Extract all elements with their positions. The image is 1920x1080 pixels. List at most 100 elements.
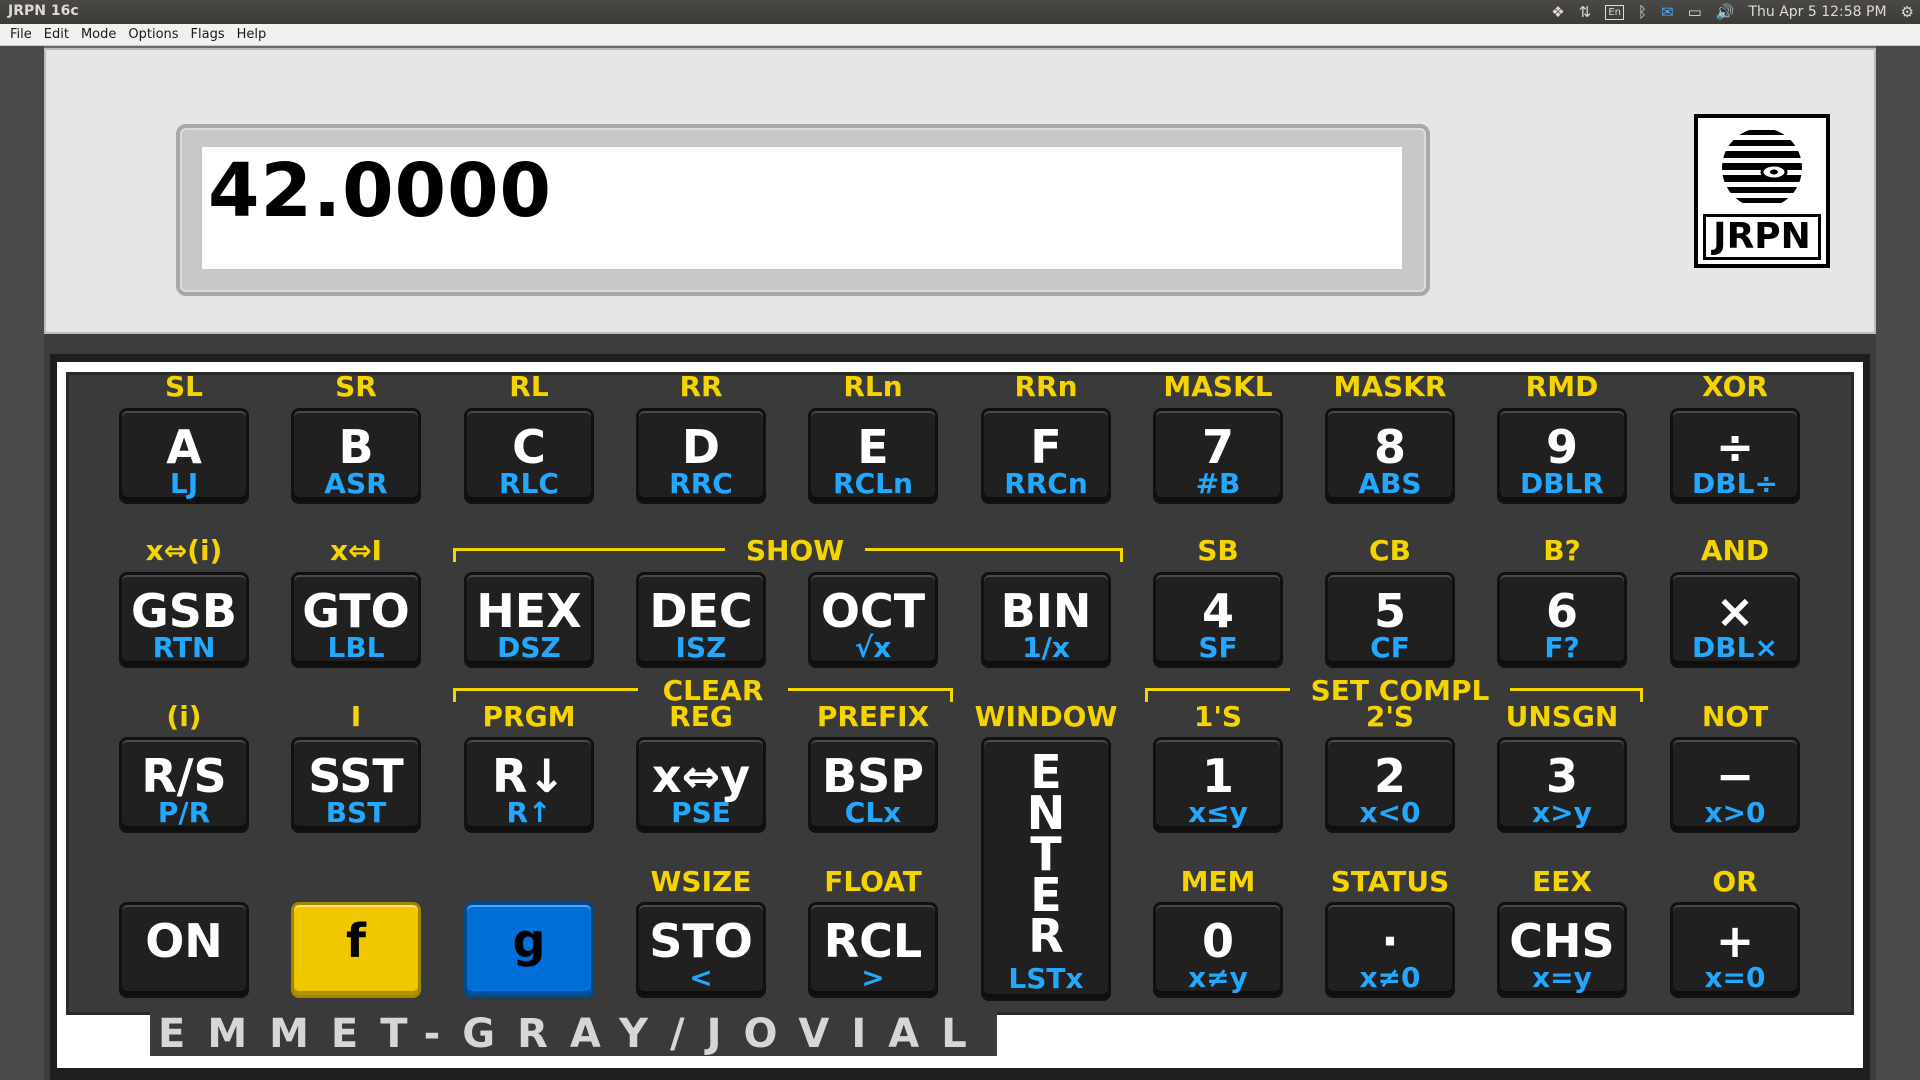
- show-group-label: SHOW: [725, 536, 865, 566]
- f-label: WINDOW: [974, 700, 1118, 733]
- key-3-6[interactable]: E N T E R LSTx: [981, 737, 1111, 1001]
- key-4-9[interactable]: CHS x=y: [1497, 902, 1627, 998]
- frame-right: [1876, 46, 1920, 1080]
- f-label: RMD: [1525, 370, 1599, 403]
- g-label: CLx: [844, 796, 902, 829]
- f-label: I: [350, 700, 362, 733]
- key-3-5[interactable]: BSP CLx: [808, 737, 938, 833]
- key-label: GTO: [302, 584, 410, 638]
- key-3-10[interactable]: − x>0: [1670, 737, 1800, 833]
- logo-text: JRPN: [1703, 214, 1821, 260]
- f-label: OR: [1712, 865, 1758, 898]
- keyboard-layout-indicator[interactable]: En: [1605, 4, 1624, 20]
- battery-icon[interactable]: ▭: [1688, 3, 1702, 21]
- menu-mode[interactable]: Mode: [75, 27, 122, 42]
- key-1-4[interactable]: D RRC: [636, 408, 766, 504]
- key-1-1[interactable]: A LJ: [119, 408, 249, 504]
- key-label: R/S: [141, 749, 227, 803]
- display-value: 42.0000: [208, 148, 553, 234]
- f-label: SL: [164, 370, 203, 403]
- clock[interactable]: Thu Apr 5 12:58 PM: [1748, 4, 1886, 20]
- key-3-2[interactable]: SST BST: [291, 737, 421, 833]
- menu-help[interactable]: Help: [231, 27, 273, 42]
- g-label: F?: [1544, 631, 1580, 664]
- key-3-7[interactable]: 1 x≤y: [1153, 737, 1283, 833]
- f-label: CB: [1369, 534, 1411, 567]
- key-1-7[interactable]: 7 #B: [1153, 408, 1283, 504]
- key-label: CHS: [1509, 914, 1615, 968]
- key-2-6[interactable]: BIN 1/x: [981, 572, 1111, 668]
- key-label: 6: [1545, 584, 1578, 638]
- key-label: 0: [1201, 914, 1234, 968]
- g-label: DBL÷: [1692, 467, 1778, 500]
- dropbox-icon[interactable]: ❖: [1551, 3, 1564, 21]
- g-label: DBLR: [1520, 467, 1604, 500]
- key-1-3[interactable]: C RLC: [464, 408, 594, 504]
- f-label: EEX: [1532, 865, 1592, 898]
- key-2-4[interactable]: DEC ISZ: [636, 572, 766, 668]
- g-label: R↑: [506, 796, 552, 829]
- menu-options[interactable]: Options: [122, 27, 184, 42]
- key-1-10[interactable]: ÷ DBL÷: [1670, 408, 1800, 504]
- key-label: E: [857, 420, 889, 474]
- key-4-10[interactable]: + x=0: [1670, 902, 1800, 998]
- f-label: RL: [509, 370, 549, 403]
- key-2-1[interactable]: GSB RTN: [119, 572, 249, 668]
- g-label: x≠y: [1188, 961, 1248, 994]
- g-label: DSZ: [497, 631, 561, 664]
- key-label: 4: [1201, 584, 1234, 638]
- network-transfer-icon[interactable]: ⇅: [1579, 3, 1592, 21]
- key-2-8[interactable]: 5 CF: [1325, 572, 1455, 668]
- menu-flags[interactable]: Flags: [185, 27, 231, 42]
- g-label: LBL: [327, 631, 385, 664]
- g-label: √x: [854, 631, 892, 664]
- key-label: D: [681, 420, 721, 474]
- key-3-8[interactable]: 2 x<0: [1325, 737, 1455, 833]
- key-1-5[interactable]: E RCLn: [808, 408, 938, 504]
- key-4-7[interactable]: 0 x≠y: [1153, 902, 1283, 998]
- key-label: A: [166, 420, 202, 474]
- gear-icon[interactable]: ⚙: [1901, 3, 1914, 21]
- key-4-1[interactable]: ON: [119, 902, 249, 998]
- key-2-5[interactable]: OCT √x: [808, 572, 938, 668]
- key-3-9[interactable]: 3 x>y: [1497, 737, 1627, 833]
- key-4-8[interactable]: · x≠0: [1325, 902, 1455, 998]
- key-2-2[interactable]: GTO LBL: [291, 572, 421, 668]
- key-3-4[interactable]: x⇔y PSE: [636, 737, 766, 833]
- menu-file[interactable]: File: [4, 27, 38, 42]
- key-4-5[interactable]: RCL >: [808, 902, 938, 998]
- g-label: <: [689, 961, 713, 994]
- key-3-3[interactable]: R↓ R↑: [464, 737, 594, 833]
- f-label: FLOAT: [824, 865, 922, 898]
- f-label: x⇔(i): [145, 534, 223, 567]
- key-2-10[interactable]: × DBL×: [1670, 572, 1800, 668]
- f-label: SB: [1197, 534, 1239, 567]
- key-4-3[interactable]: g: [464, 902, 594, 998]
- key-label: +: [1715, 914, 1755, 968]
- f-label: UNSGN: [1505, 700, 1619, 733]
- jrpn-logo: JRPN: [1694, 114, 1830, 268]
- menu-edit[interactable]: Edit: [38, 27, 75, 42]
- g-label: x≠0: [1359, 961, 1421, 994]
- key-label: 9: [1545, 420, 1578, 474]
- g-label: RRC: [669, 467, 733, 500]
- key-2-3[interactable]: HEX DSZ: [464, 572, 594, 668]
- key-1-8[interactable]: 8 ABS: [1325, 408, 1455, 504]
- f-label: 1'S: [1193, 700, 1243, 733]
- f-label: AND: [1700, 534, 1770, 567]
- mail-icon[interactable]: ✉: [1661, 3, 1674, 21]
- key-2-9[interactable]: 6 F?: [1497, 572, 1627, 668]
- key-3-1[interactable]: R/S P/R: [119, 737, 249, 833]
- key-label: ON: [145, 914, 223, 968]
- key-4-4[interactable]: STO <: [636, 902, 766, 998]
- key-1-9[interactable]: 9 DBLR: [1497, 408, 1627, 504]
- volume-icon[interactable]: 🔊: [1716, 3, 1735, 21]
- globe-logo-icon: [1722, 130, 1802, 203]
- key-1-2[interactable]: B ASR: [291, 408, 421, 504]
- g-label: >: [861, 961, 885, 994]
- key-1-6[interactable]: F RRCn: [981, 408, 1111, 504]
- key-2-7[interactable]: 4 SF: [1153, 572, 1283, 668]
- f-label: XOR: [1702, 370, 1768, 403]
- key-4-2[interactable]: f: [291, 902, 421, 998]
- bluetooth-icon[interactable]: ᛒ: [1638, 3, 1647, 21]
